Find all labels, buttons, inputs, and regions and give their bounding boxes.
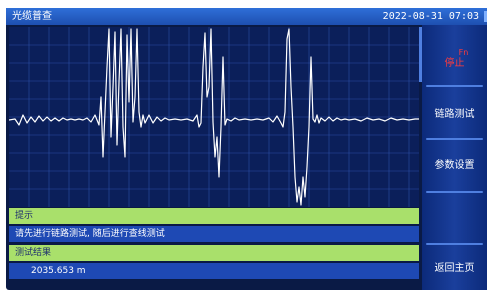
- sidebar-divider: [426, 191, 483, 193]
- waveform-plot: [9, 27, 419, 207]
- home-button[interactable]: 返回主页: [424, 259, 485, 274]
- device-screen: 光缆普查 2022-08-31 07:03 Fn 停止 链路测试 参数设置 返回…: [6, 8, 487, 290]
- waveform-svg: [9, 27, 419, 207]
- params-button[interactable]: 参数设置: [424, 156, 485, 171]
- result-value: 2035.653 m: [9, 263, 419, 279]
- link-test-button[interactable]: 链路测试: [424, 105, 485, 120]
- datetime-label: 2022-08-31 07:03: [382, 11, 479, 22]
- plot-grid: [9, 27, 419, 207]
- fn-label: Fn: [458, 48, 469, 57]
- hint-title-bar: 提示: [9, 208, 419, 224]
- result-title-bar: 测试结果: [9, 245, 419, 261]
- sidebar-divider: [426, 138, 483, 140]
- hint-text: 请先进行链路测试, 随后进行查线测试: [9, 226, 419, 242]
- stop-label: 停止: [444, 58, 465, 69]
- signal-icon: [484, 11, 487, 22]
- title-bar: 光缆普查 2022-08-31 07:03: [6, 8, 487, 25]
- stop-button[interactable]: Fn 停止: [424, 47, 485, 69]
- sidebar-divider: [426, 85, 483, 87]
- right-sidebar: Fn 停止 链路测试 参数设置 返回主页: [422, 25, 487, 290]
- sidebar-divider: [426, 243, 483, 245]
- page-title: 光缆普查: [12, 11, 52, 22]
